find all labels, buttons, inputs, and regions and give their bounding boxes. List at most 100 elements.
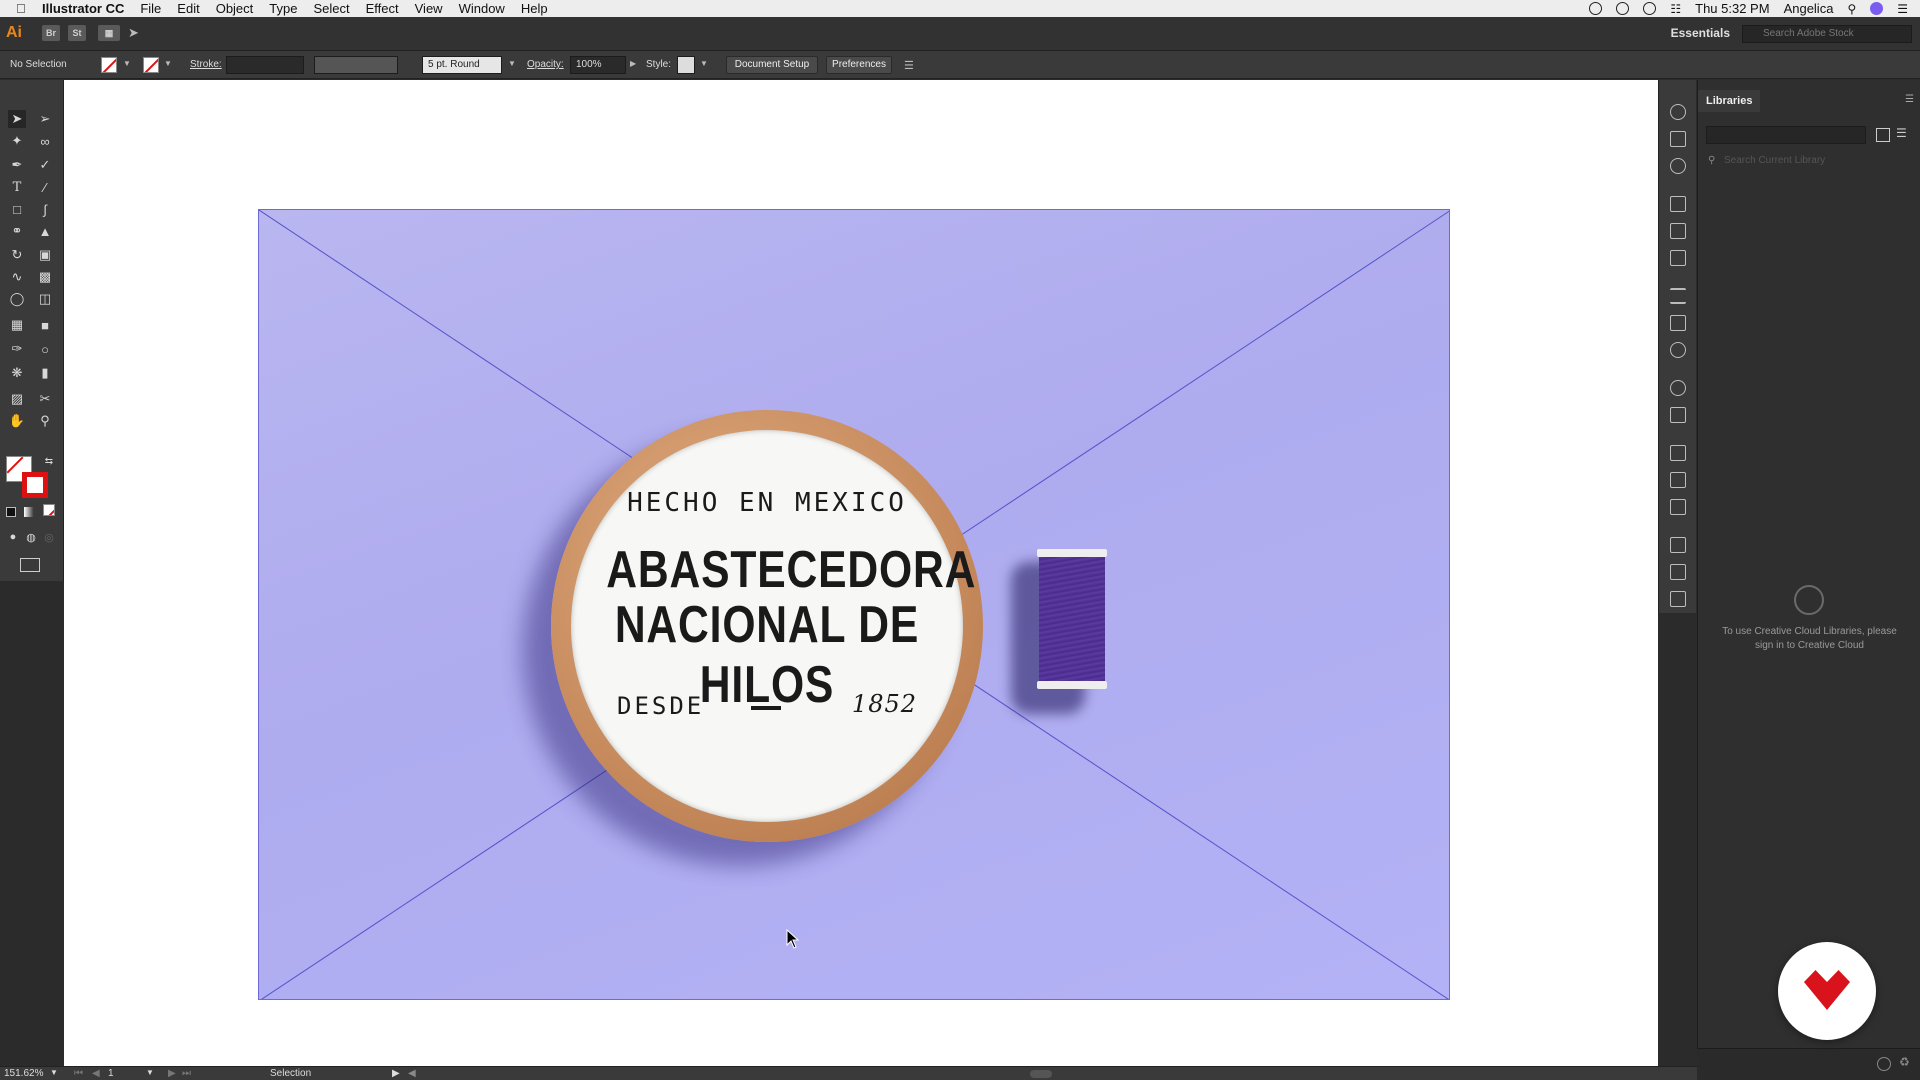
menu-help[interactable]: Help bbox=[521, 1, 548, 16]
gradient-tool-icon[interactable]: ■ bbox=[36, 316, 54, 334]
draw-normal-icon[interactable]: ● bbox=[4, 528, 22, 546]
list-view-icon[interactable]: ☰ bbox=[1896, 126, 1907, 140]
gradient-mode-icon[interactable] bbox=[24, 507, 34, 517]
menu-edit[interactable]: Edit bbox=[177, 1, 199, 16]
opacity-label[interactable]: Opacity: bbox=[527, 59, 564, 70]
blend-tool-icon[interactable]: ○ bbox=[36, 340, 54, 358]
curvature-tool-icon[interactable]: ✓ bbox=[36, 156, 54, 174]
transform-icon[interactable] bbox=[1670, 537, 1686, 553]
scroll-left-icon[interactable]: ◀ bbox=[408, 1068, 416, 1079]
brush-definition[interactable]: 5 pt. Round bbox=[422, 56, 502, 74]
live-paint-tool-icon[interactable]: ◫ bbox=[36, 290, 54, 308]
artboards-icon[interactable] bbox=[1670, 499, 1686, 515]
fill-dropdown-icon[interactable]: ▼ bbox=[123, 59, 131, 68]
stock-search-input[interactable]: Search Adobe Stock bbox=[1742, 25, 1912, 43]
variable-width-profile[interactable] bbox=[314, 56, 398, 74]
draw-inside-icon[interactable]: ◎ bbox=[40, 528, 58, 546]
properties-panel-icon[interactable] bbox=[1670, 104, 1686, 120]
pathfinder-icon[interactable] bbox=[1670, 591, 1686, 607]
document-setup-button[interactable]: Document Setup bbox=[726, 56, 818, 74]
zoom-tool-icon[interactable]: ⚲ bbox=[36, 412, 54, 430]
symbol-sprayer-tool-icon[interactable]: ❋ bbox=[8, 364, 26, 382]
workspace-switcher[interactable]: Essentials bbox=[1671, 26, 1730, 40]
style-swatch[interactable] bbox=[677, 56, 695, 74]
previous-artboard-icon[interactable]: ◀ bbox=[92, 1068, 100, 1079]
library-search-input[interactable]: Search Current Library bbox=[1706, 152, 1912, 170]
artboard-number[interactable]: 1 bbox=[108, 1068, 114, 1079]
shape-builder-tool-icon[interactable]: ◯ bbox=[8, 290, 26, 308]
layers-icon[interactable] bbox=[1670, 472, 1686, 488]
clock[interactable]: Thu 5:32 PM bbox=[1695, 1, 1769, 16]
stroke-weight-field[interactable] bbox=[226, 56, 304, 74]
eraser-tool-icon[interactable]: ▲ bbox=[36, 222, 54, 240]
menu-select[interactable]: Select bbox=[313, 1, 349, 16]
opacity-arrow-icon[interactable]: ▶ bbox=[630, 59, 636, 68]
menu-file[interactable]: File bbox=[140, 1, 161, 16]
rectangle-tool-icon[interactable]: □ bbox=[8, 200, 26, 218]
stroke-swatch[interactable] bbox=[143, 57, 159, 73]
swap-colors-icon[interactable]: ⇆ bbox=[40, 452, 58, 470]
shaper-tool-icon[interactable]: ⚭ bbox=[8, 222, 26, 240]
hand-tool-icon[interactable]: ✋ bbox=[8, 412, 26, 430]
artboard[interactable]: HECHO EN MEXICO ABASTECEDORA NACIONAL DE… bbox=[258, 209, 1450, 1000]
apple-icon[interactable]:  bbox=[16, 1, 32, 16]
last-artboard-icon[interactable]: ⏭ bbox=[182, 1068, 191, 1079]
document-info-icon[interactable] bbox=[1670, 131, 1686, 147]
wifi-icon[interactable]: ☷ bbox=[1670, 2, 1681, 16]
scale-tool-icon[interactable]: ▣ bbox=[36, 246, 54, 264]
stroke-dropdown-icon[interactable]: ▼ bbox=[164, 59, 172, 68]
canvas-area[interactable]: HECHO EN MEXICO ABASTECEDORA NACIONAL DE… bbox=[64, 80, 1658, 1066]
graphic-styles-icon[interactable] bbox=[1670, 407, 1686, 423]
width-tool-icon[interactable]: ∿ bbox=[8, 268, 26, 286]
siri-icon[interactable] bbox=[1870, 2, 1884, 15]
style-dropdown-icon[interactable]: ▼ bbox=[700, 59, 708, 68]
pen-tool-icon[interactable]: ✒ bbox=[8, 156, 26, 174]
screen-mode-icon[interactable] bbox=[20, 558, 40, 572]
graph-tool-icon[interactable]: ▮ bbox=[36, 364, 54, 382]
menu-type[interactable]: Type bbox=[269, 1, 297, 16]
zoom-dropdown-icon[interactable]: ▼ bbox=[50, 1068, 58, 1077]
status-menu-arrow-icon[interactable]: ▶ bbox=[392, 1068, 400, 1079]
line-tool-icon[interactable]: ∕ bbox=[36, 178, 54, 196]
direct-selection-tool-icon[interactable]: ➢ bbox=[36, 110, 54, 128]
grid-view-icon[interactable] bbox=[1876, 128, 1890, 142]
symbols-icon[interactable] bbox=[1670, 250, 1686, 266]
slice-tool-icon[interactable]: ✂ bbox=[36, 390, 54, 408]
draw-behind-icon[interactable]: ◍ bbox=[22, 528, 40, 546]
spotlight-search-icon[interactable]: ⚲ bbox=[1847, 2, 1856, 16]
tab-libraries[interactable]: Libraries bbox=[1698, 90, 1761, 112]
artboard-tool-icon[interactable]: ▨ bbox=[8, 390, 26, 408]
app-menu[interactable]: Illustrator CC bbox=[42, 1, 124, 16]
opacity-field[interactable]: 100% bbox=[570, 56, 626, 74]
notification-center-icon[interactable]: ☰ bbox=[1897, 2, 1908, 16]
horizontal-scrollbar[interactable] bbox=[1030, 1070, 1052, 1078]
creative-cloud-icon[interactable] bbox=[1616, 2, 1630, 15]
gradient-panel-icon[interactable] bbox=[1670, 315, 1686, 331]
magic-wand-tool-icon[interactable]: ✦ bbox=[8, 132, 26, 150]
menu-window[interactable]: Window bbox=[459, 1, 505, 16]
sync-status-icon[interactable] bbox=[1877, 1057, 1891, 1071]
library-selector[interactable] bbox=[1706, 126, 1866, 144]
stroke-label[interactable]: Stroke: bbox=[190, 59, 222, 70]
none-mode-icon[interactable] bbox=[43, 504, 55, 516]
gpu-performance-icon[interactable]: ➤ bbox=[128, 25, 139, 41]
eyedropper-tool-icon[interactable]: ✑ bbox=[8, 340, 26, 358]
preferences-button[interactable]: Preferences bbox=[826, 56, 892, 74]
panel-menu-icon[interactable]: ☰ bbox=[1905, 94, 1914, 105]
bridge-button[interactable]: Br bbox=[42, 25, 60, 41]
zoom-level[interactable]: 151.62% bbox=[4, 1068, 43, 1079]
arrange-documents-icon[interactable]: ▦ bbox=[98, 25, 120, 41]
navigator-icon[interactable] bbox=[1670, 158, 1686, 174]
arrange-icon[interactable]: ☰ bbox=[904, 59, 914, 72]
menu-view[interactable]: View bbox=[415, 1, 443, 16]
stock-button[interactable]: St bbox=[68, 25, 86, 41]
lasso-tool-icon[interactable]: ∞ bbox=[36, 132, 54, 150]
mesh-tool-icon[interactable]: ▦ bbox=[8, 316, 26, 334]
next-artboard-icon[interactable]: ▶ bbox=[168, 1068, 176, 1079]
stroke-panel-icon[interactable] bbox=[1670, 288, 1686, 304]
transparency-icon[interactable] bbox=[1670, 342, 1686, 358]
first-artboard-icon[interactable]: ⏮ bbox=[74, 1068, 83, 1079]
color-mode-icon[interactable] bbox=[6, 507, 16, 517]
selection-tool-icon[interactable]: ➤ bbox=[8, 110, 26, 128]
sync-icon[interactable] bbox=[1643, 2, 1657, 15]
